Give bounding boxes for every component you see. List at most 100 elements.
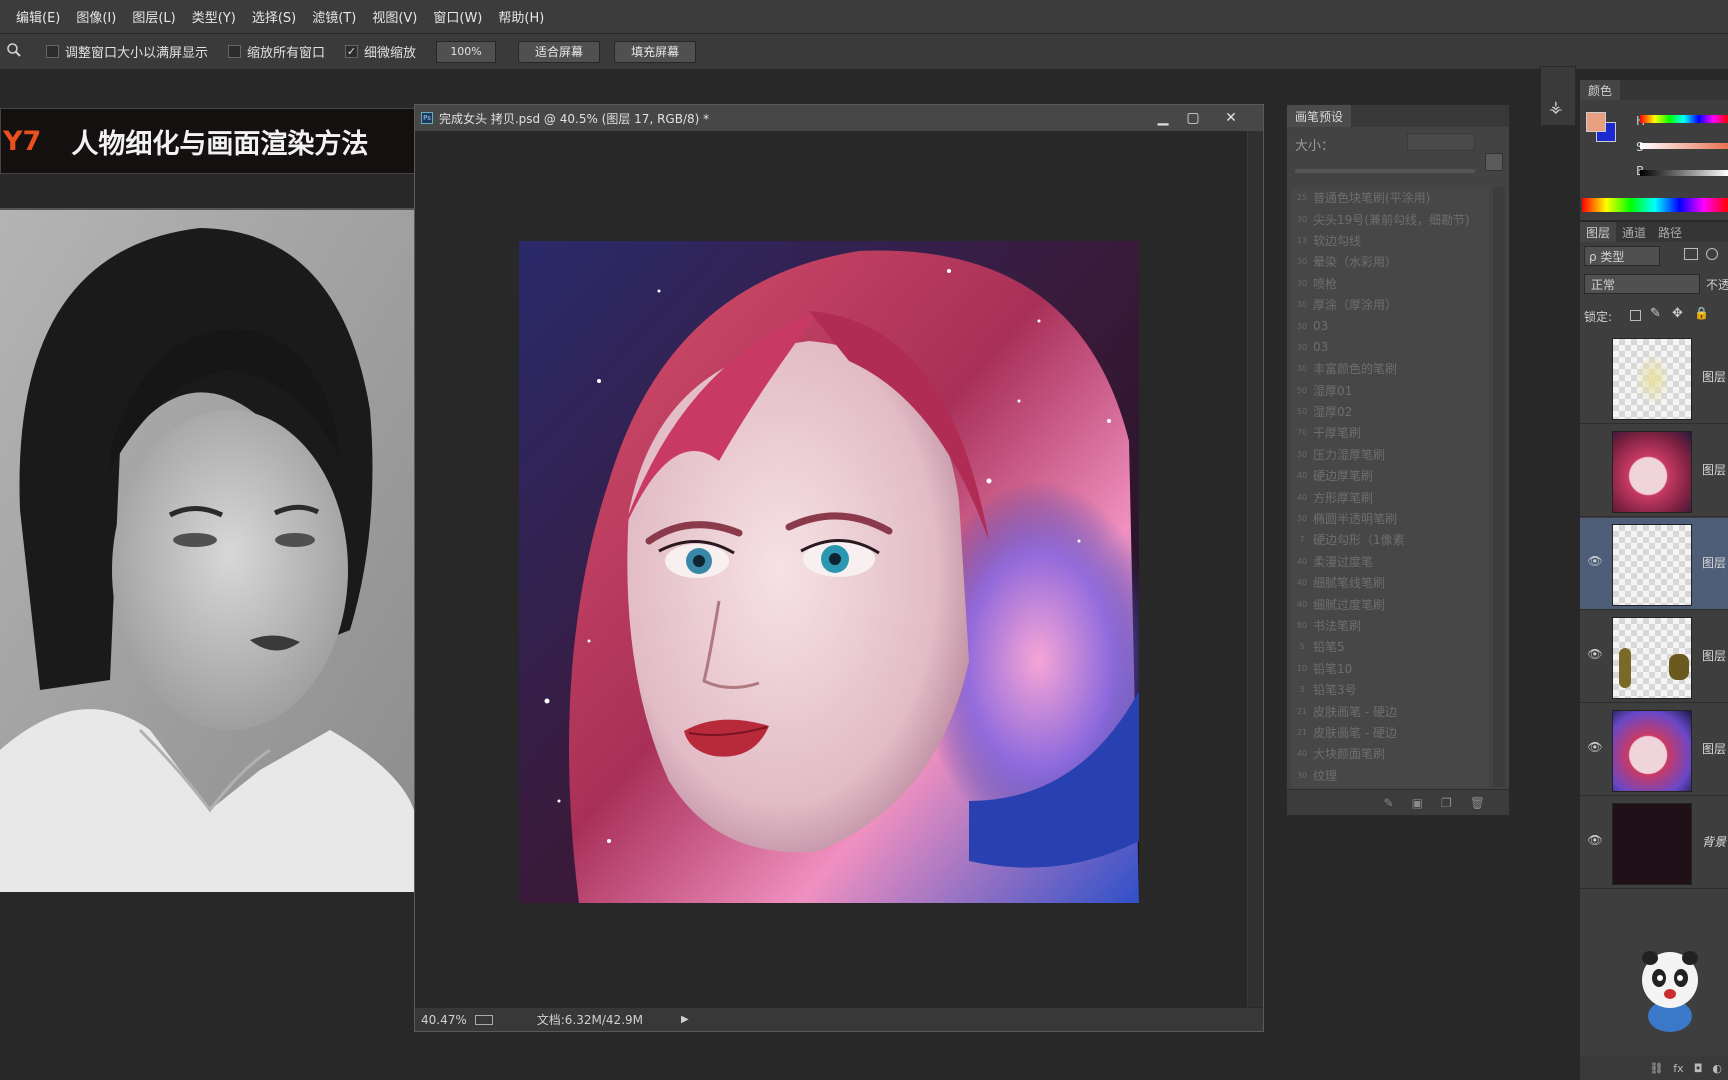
lock-pixels-icon[interactable]: ✎ bbox=[1650, 306, 1661, 321]
document-titlebar[interactable]: Ps 完成女头 拷贝.psd @ 40.5% (图层 17, RGB/8) * … bbox=[415, 105, 1263, 131]
layer-row[interactable]: 👁 图层 bbox=[1580, 518, 1728, 610]
tab-brush-presets[interactable]: 画笔预设 bbox=[1287, 105, 1352, 127]
menu-select[interactable]: 选择(S) bbox=[244, 7, 304, 26]
brush-preset-item[interactable]: 21 皮肤画笔 - 硬边 bbox=[1291, 722, 1489, 743]
fit-screen-button[interactable]: 适合屏幕 bbox=[518, 40, 601, 63]
zoom-100-button[interactable]: 100% bbox=[436, 40, 497, 63]
brush-preset-item[interactable]: 40 大块颜面笔刷 bbox=[1291, 743, 1489, 764]
brush-preset-item[interactable]: 30 纹理 bbox=[1291, 765, 1489, 786]
brush-preset-item[interactable]: 50 湿厚02 bbox=[1291, 401, 1489, 422]
foreground-color-swatch[interactable] bbox=[1586, 112, 1606, 132]
brush-preset-item[interactable]: 30 压力湿厚笔刷 bbox=[1291, 444, 1489, 465]
tab-color[interactable]: 颜色 bbox=[1580, 80, 1621, 100]
layer-row[interactable]: 图层 bbox=[1580, 425, 1728, 517]
brush-preset-item[interactable]: 30 丰富颜色的笔刷 bbox=[1291, 358, 1489, 379]
brush-preset-item[interactable]: 3 铅笔3号 bbox=[1291, 679, 1489, 700]
tab-channels[interactable]: 通道 bbox=[1616, 224, 1652, 241]
lock-all-icon[interactable]: 🔒 bbox=[1694, 306, 1709, 320]
brush-preset-item[interactable]: 30 03 bbox=[1291, 315, 1489, 336]
brush-preset-item[interactable]: 40 柔漫过度笔 bbox=[1291, 551, 1489, 572]
brush-preset-item[interactable]: 21 皮肤画笔 - 硬边 bbox=[1291, 700, 1489, 721]
menu-layer[interactable]: 图层(L) bbox=[124, 7, 183, 26]
brush-preset-item[interactable]: 70 干厚笔刷 bbox=[1291, 422, 1489, 443]
artwork-canvas[interactable] bbox=[519, 241, 1139, 903]
resize-windows-option[interactable]: 调整窗口大小以满屏显示 bbox=[46, 42, 208, 61]
brush-size-slider[interactable] bbox=[1295, 169, 1475, 173]
filter-image-icon[interactable] bbox=[1684, 248, 1698, 260]
eye-icon[interactable]: 👁 bbox=[1586, 833, 1604, 851]
menu-edit[interactable]: 编辑(E) bbox=[8, 7, 68, 26]
brush-panel-toggle-icon[interactable]: ⚶ bbox=[1549, 97, 1563, 116]
brush-toggle-icon[interactable] bbox=[1485, 153, 1503, 171]
new-preset-icon[interactable]: ▣ bbox=[1412, 796, 1423, 810]
lock-position-icon[interactable]: ✥ bbox=[1672, 306, 1683, 321]
brush-preset-item[interactable]: 13 软边勾线 bbox=[1291, 230, 1489, 251]
add-mask-icon[interactable]: ◘ bbox=[1694, 1062, 1703, 1075]
brush-preset-item[interactable]: 40 方形厚笔刷 bbox=[1291, 486, 1489, 507]
layer-row[interactable]: 👁 背景 bbox=[1580, 797, 1728, 889]
brush-preset-item[interactable]: 40 硬边厚笔刷 bbox=[1291, 465, 1489, 486]
brush-list-scrollbar[interactable] bbox=[1493, 187, 1505, 787]
brush-settings-icon[interactable]: ✎ bbox=[1384, 796, 1394, 810]
brush-preset-item[interactable]: 80 书法笔刷 bbox=[1291, 615, 1489, 636]
close-icon[interactable]: ✕ bbox=[1219, 108, 1243, 128]
layer-style-icon[interactable]: fx bbox=[1673, 1062, 1683, 1075]
status-menu-arrow-icon[interactable]: ▶ bbox=[681, 1014, 689, 1025]
zoom-all-windows-option[interactable]: 缩放所有窗口 bbox=[228, 42, 325, 61]
saturation-slider[interactable] bbox=[1640, 143, 1728, 149]
brush-preset-item[interactable]: 30 03 bbox=[1291, 337, 1489, 358]
maximize-icon[interactable]: ▢ bbox=[1181, 108, 1205, 128]
eye-icon[interactable]: 👁 bbox=[1586, 554, 1604, 572]
adjustment-layer-icon[interactable]: ◐ bbox=[1712, 1062, 1722, 1075]
layer-row[interactable]: 👁 图层 bbox=[1580, 704, 1728, 796]
eye-icon[interactable]: 👁 bbox=[1586, 740, 1604, 758]
brush-preset-item[interactable]: 40 细腻过度笔刷 bbox=[1291, 593, 1489, 614]
brush-preset-item[interactable]: 30 晕染（水彩用） bbox=[1291, 251, 1489, 272]
brush-preset-item[interactable]: 7 硬边勾形（1像素 bbox=[1291, 529, 1489, 550]
fill-screen-button[interactable]: 填充屏幕 bbox=[614, 40, 697, 63]
tab-paths[interactable]: 路径 bbox=[1652, 224, 1688, 241]
color-spectrum[interactable] bbox=[1582, 198, 1728, 212]
menu-window[interactable]: 窗口(W) bbox=[425, 7, 490, 26]
new-brush-icon[interactable]: ❐ bbox=[1441, 796, 1452, 810]
scrubby-zoom-option[interactable]: ✓ 细微缩放 bbox=[345, 42, 416, 61]
brightness-slider[interactable] bbox=[1640, 170, 1728, 176]
brush-preset-item[interactable]: 50 湿厚01 bbox=[1291, 380, 1489, 401]
tab-layers[interactable]: 图层 bbox=[1580, 222, 1617, 242]
brush-size-field[interactable] bbox=[1407, 133, 1475, 151]
link-layers-icon[interactable]: ⛓ bbox=[1649, 1062, 1663, 1075]
brush-preset-item[interactable]: 40 细腻笔线笔刷 bbox=[1291, 572, 1489, 593]
brush-preset-item[interactable]: 30 厚涂（厚涂用） bbox=[1291, 294, 1489, 315]
document-scrollbar[interactable] bbox=[1247, 131, 1263, 1007]
layer-filter-select[interactable]: ρ 类型 bbox=[1584, 246, 1660, 266]
blend-mode-select[interactable]: 正常 bbox=[1584, 274, 1700, 294]
zoom-level[interactable]: 40.47% bbox=[421, 1013, 467, 1027]
delete-brush-icon[interactable]: 🗑 bbox=[1470, 796, 1485, 810]
hue-slider[interactable] bbox=[1640, 115, 1728, 123]
brush-preset-item[interactable]: 25 普通色块笔刷(平涂用) bbox=[1291, 187, 1489, 208]
layer-row[interactable]: 👁 图层 bbox=[1580, 611, 1728, 703]
filter-adjustment-icon[interactable] bbox=[1706, 248, 1718, 260]
eye-icon[interactable]: 👁 bbox=[1586, 647, 1604, 665]
brush-preset-item[interactable]: 30 喷枪 bbox=[1291, 273, 1489, 294]
zoom-all-windows-checkbox[interactable] bbox=[228, 45, 242, 58]
brush-preset-item[interactable]: 30 椭圆半透明笔刷 bbox=[1291, 508, 1489, 529]
scrubby-zoom-checkbox[interactable]: ✓ bbox=[345, 45, 359, 58]
brush-preset-item[interactable]: 5 铅笔5 bbox=[1291, 636, 1489, 657]
menu-image[interactable]: 图像(I) bbox=[68, 7, 124, 26]
brush-preset-item[interactable]: 10 铅笔10 bbox=[1291, 658, 1489, 679]
lock-transparency-icon[interactable] bbox=[1630, 310, 1641, 321]
brush-list[interactable]: 25 普通色块笔刷(平涂用) 30 尖头19号(兼前勾线，细勘节) 13 软边勾线 30 晕染… bbox=[1291, 187, 1489, 787]
brush-size-number: 40 bbox=[1296, 749, 1308, 759]
hidden-eye-icon[interactable] bbox=[1586, 368, 1604, 386]
menu-filter[interactable]: 滤镜(T) bbox=[304, 7, 364, 26]
resize-windows-checkbox[interactable] bbox=[46, 45, 59, 58]
menu-type[interactable]: 类型(Y) bbox=[184, 7, 244, 26]
layer-row[interactable]: 图层 bbox=[1580, 332, 1728, 424]
menu-view[interactable]: 视图(V) bbox=[364, 7, 425, 26]
zoom-tool-icon[interactable] bbox=[6, 42, 22, 62]
brush-preset-item[interactable]: 30 尖头19号(兼前勾线，细勘节) bbox=[1291, 208, 1489, 229]
hidden-eye-icon[interactable] bbox=[1586, 461, 1604, 479]
minimize-icon[interactable]: ▁ bbox=[1151, 108, 1175, 128]
menu-help[interactable]: 帮助(H) bbox=[490, 7, 552, 26]
